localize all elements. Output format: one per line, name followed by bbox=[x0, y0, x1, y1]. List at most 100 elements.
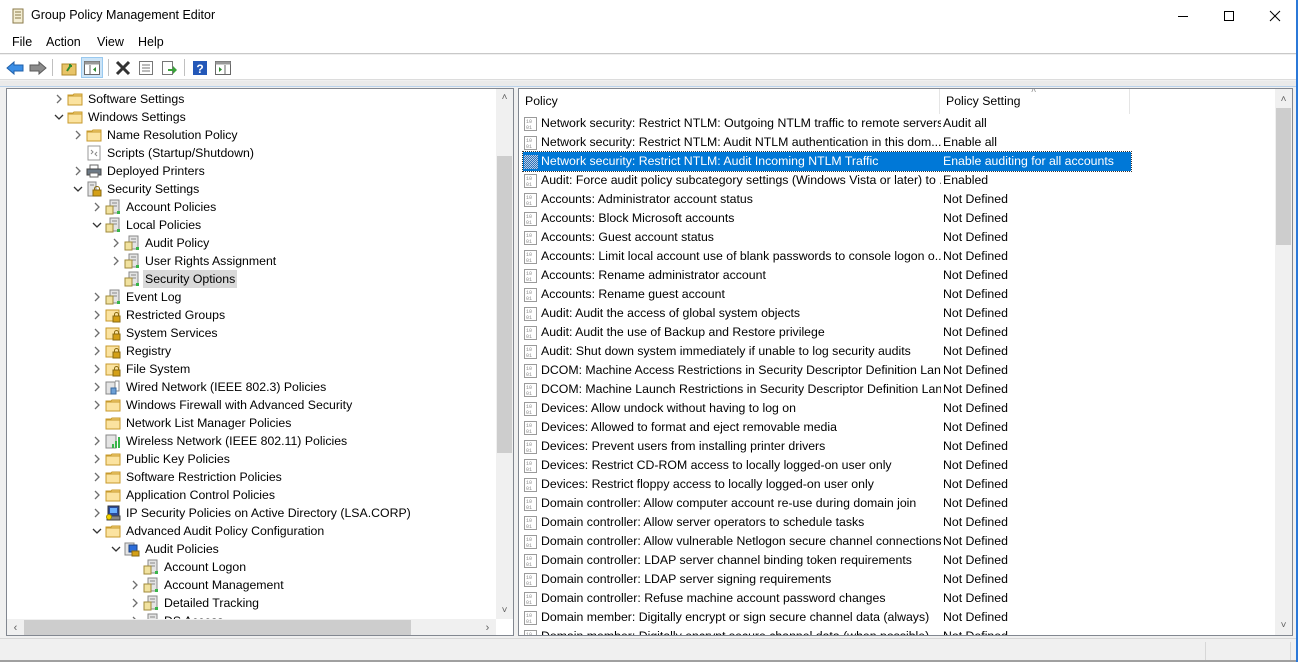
policy-row[interactable]: 10 01 Network security: Restrict NTLM: Aud… bbox=[523, 133, 1131, 152]
up-level-button[interactable] bbox=[58, 57, 80, 78]
tree-horizontal-scrollbar[interactable]: ‹ › bbox=[7, 619, 496, 635]
policy-row[interactable]: 10 01 Accounts: Limit local account use of… bbox=[523, 247, 1131, 266]
menu-view[interactable]: View bbox=[97, 35, 124, 49]
chevron-right-icon[interactable] bbox=[51, 90, 67, 108]
chevron-right-icon[interactable] bbox=[89, 450, 105, 468]
chevron-right-icon[interactable] bbox=[108, 252, 124, 270]
tree-item[interactable]: Security Options bbox=[108, 270, 238, 288]
chevron-down-icon[interactable] bbox=[51, 108, 67, 126]
show-hide-action-pane-button[interactable] bbox=[212, 57, 234, 78]
tree-item[interactable]: DS Access bbox=[127, 612, 225, 619]
scroll-up-icon[interactable]: ˄ bbox=[1275, 91, 1292, 108]
tree-item[interactable]: Audit Policy bbox=[108, 234, 211, 252]
chevron-down-icon[interactable] bbox=[70, 180, 86, 198]
policy-row[interactable]: 10 01 Audit: Shut down system immediately … bbox=[523, 342, 1131, 361]
tree-item[interactable]: Public Key Policies bbox=[89, 450, 232, 468]
chevron-right-icon[interactable] bbox=[89, 324, 105, 342]
policy-row[interactable]: 10 01 Network security: Restrict NTLM: Out… bbox=[523, 114, 1131, 133]
chevron-right-icon[interactable] bbox=[89, 198, 105, 216]
tree-item[interactable]: Detailed Tracking bbox=[127, 594, 261, 612]
policy-row[interactable]: 10 01 Accounts: Administrator account stat… bbox=[523, 190, 1131, 209]
menu-action[interactable]: Action bbox=[46, 35, 81, 49]
policy-row[interactable]: 10 01 Audit: Audit the use of Backup and R… bbox=[523, 323, 1131, 342]
chevron-right-icon[interactable] bbox=[89, 342, 105, 360]
tree-item[interactable]: File System bbox=[89, 360, 192, 378]
list-vertical-scrollbar[interactable]: ˄ ˅ bbox=[1275, 89, 1292, 635]
tree-item[interactable]: Account Logon bbox=[127, 558, 248, 576]
policy-row[interactable]: 10 01 Domain controller: Allow vulnerable … bbox=[523, 532, 1131, 551]
tree-item[interactable]: Name Resolution Policy bbox=[70, 126, 240, 144]
tree-item[interactable]: System Services bbox=[89, 324, 220, 342]
tree-item[interactable]: Local Policies bbox=[89, 216, 203, 234]
forward-button[interactable] bbox=[27, 57, 49, 78]
policy-row[interactable]: 10 01 DCOM: Machine Launch Restrictions in… bbox=[523, 380, 1131, 399]
list-vertical-scroll-thumb[interactable] bbox=[1276, 108, 1291, 246]
properties-button[interactable] bbox=[135, 57, 157, 78]
chevron-right-icon[interactable] bbox=[89, 486, 105, 504]
tree-item[interactable]: Application Control Policies bbox=[89, 486, 277, 504]
scroll-left-icon[interactable]: ‹ bbox=[7, 619, 24, 635]
policy-row[interactable]: 10 01 Audit: Audit the access of global sy… bbox=[523, 304, 1131, 323]
tree-item[interactable]: Account Management bbox=[127, 576, 286, 594]
chevron-right-icon[interactable] bbox=[89, 504, 105, 522]
policy-row[interactable]: 10 01 Devices: Allow undock without having… bbox=[523, 399, 1131, 418]
tree-item[interactable]: User Rights Assignment bbox=[108, 252, 278, 270]
chevron-down-icon[interactable] bbox=[89, 216, 105, 234]
policy-row[interactable]: 10 01 Accounts: Block Microsoft accounts No… bbox=[523, 209, 1131, 228]
policy-row[interactable]: 10 01 Accounts: Rename guest account Not De… bbox=[523, 285, 1131, 304]
menu-file[interactable]: File bbox=[12, 35, 32, 49]
minimize-button[interactable] bbox=[1160, 0, 1206, 32]
tree-item[interactable]: Software Restriction Policies bbox=[89, 468, 284, 486]
show-hide-tree-button[interactable] bbox=[81, 57, 103, 78]
tree-item[interactable]: Software Settings bbox=[51, 90, 186, 108]
close-button[interactable] bbox=[1252, 0, 1298, 32]
scroll-down-icon[interactable]: ˅ bbox=[496, 602, 513, 619]
policy-row[interactable]: 10 01 Devices: Prevent users from installi… bbox=[523, 437, 1131, 456]
chevron-down-icon[interactable] bbox=[89, 522, 105, 540]
tree-item[interactable]: Scripts (Startup/Shutdown) bbox=[70, 144, 256, 162]
delete-button[interactable] bbox=[112, 57, 134, 78]
tree-item[interactable]: Restricted Groups bbox=[89, 306, 227, 324]
chevron-right-icon[interactable] bbox=[89, 306, 105, 324]
chevron-right-icon[interactable] bbox=[89, 288, 105, 306]
policy-row[interactable]: 10 01 Domain controller: LDAP server signi… bbox=[523, 570, 1131, 589]
chevron-right-icon[interactable] bbox=[127, 594, 143, 612]
tree-item[interactable]: Account Policies bbox=[89, 198, 218, 216]
policy-row[interactable]: 10 01 Devices: Restrict CD-ROM access to l… bbox=[523, 456, 1131, 475]
tree-item[interactable]: Windows Firewall with Advanced Security bbox=[89, 396, 354, 414]
chevron-right-icon[interactable] bbox=[108, 234, 124, 252]
policy-row[interactable]: 10 01 Devices: Restrict floppy access to l… bbox=[523, 475, 1131, 494]
tree-item[interactable]: Audit Policies bbox=[108, 540, 221, 558]
tree-item[interactable]: Security Settings bbox=[70, 180, 201, 198]
policy-row[interactable]: 10 01 Audit: Force audit policy subcategor… bbox=[523, 171, 1131, 190]
policy-row[interactable]: 10 01 Domain controller: Refuse machine ac… bbox=[523, 589, 1131, 608]
tree-item[interactable]: Wired Network (IEEE 802.3) Policies bbox=[89, 378, 328, 396]
tree-item[interactable]: Deployed Printers bbox=[70, 162, 207, 180]
tree-item[interactable]: IP Security Policies on Active Directory… bbox=[89, 504, 413, 522]
policy-row[interactable]: 10 01 Devices: Allowed to format and eject… bbox=[523, 418, 1131, 437]
chevron-right-icon[interactable] bbox=[89, 378, 105, 396]
chevron-right-icon[interactable] bbox=[89, 432, 105, 450]
menu-help[interactable]: Help bbox=[138, 35, 164, 49]
chevron-right-icon[interactable] bbox=[89, 468, 105, 486]
export-list-button[interactable] bbox=[158, 57, 180, 78]
policy-row[interactable]: 1001Domain member: Digitally encrypt sec… bbox=[523, 627, 1131, 635]
tree-vertical-scroll-thumb[interactable] bbox=[497, 155, 512, 454]
chevron-right-icon[interactable] bbox=[89, 360, 105, 378]
chevron-right-icon[interactable] bbox=[127, 576, 143, 594]
chevron-right-icon[interactable] bbox=[127, 612, 143, 619]
scroll-up-icon[interactable]: ˄ bbox=[496, 89, 513, 106]
tree-item[interactable]: Windows Settings bbox=[51, 108, 188, 126]
chevron-down-icon[interactable] bbox=[108, 540, 124, 558]
help-button[interactable]: ? bbox=[189, 57, 211, 78]
tree-item[interactable]: Event Log bbox=[89, 288, 183, 306]
policy-row[interactable]: 10 01 Domain controller: Allow server oper… bbox=[523, 513, 1131, 532]
tree-vertical-scrollbar[interactable]: ˄ ˅ bbox=[496, 89, 513, 619]
policy-row[interactable]: 10 01 Domain controller: Allow computer ac… bbox=[523, 494, 1131, 513]
tree-item[interactable]: Network List Manager Policies bbox=[89, 414, 293, 432]
tree-item[interactable]: Wireless Network (IEEE 802.11) Policies bbox=[89, 432, 349, 450]
tree-item[interactable]: Registry bbox=[89, 342, 173, 360]
chevron-right-icon[interactable] bbox=[89, 396, 105, 414]
tree-item[interactable]: Advanced Audit Policy Configuration bbox=[89, 522, 326, 540]
policy-row[interactable]: 10 01 Domain controller: LDAP server chann… bbox=[523, 551, 1131, 570]
